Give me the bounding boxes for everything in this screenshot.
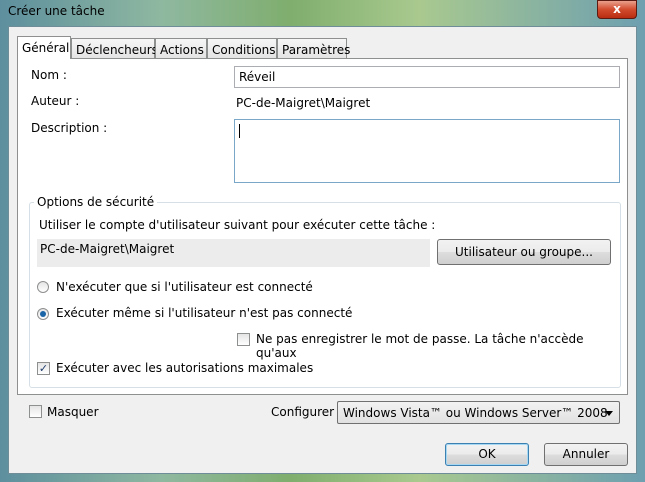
tab-conditions[interactable]: Conditions [207, 38, 277, 58]
description-field[interactable] [234, 119, 620, 183]
general-tab-panel: Nom : Réveil Auteur : PC-de-Maigret\Maig… [17, 58, 628, 395]
dialog-window: Créer une tâche x Général Déclencheurs A… [0, 0, 645, 482]
user-or-group-button[interactable]: Utilisateur ou groupe... [437, 239, 611, 265]
security-group-title: Options de sécurité [34, 195, 158, 209]
tab-triggers[interactable]: Déclencheurs [71, 38, 158, 58]
account-prompt: Utiliser le compte d'utilisateur suivant… [39, 218, 436, 232]
name-label: Nom : [31, 68, 67, 82]
radio-run-whether-logged[interactable] [37, 308, 49, 320]
hidden-label[interactable]: Masquer [47, 405, 99, 419]
title-bar[interactable]: Créer une tâche x [0, 0, 645, 24]
radio-run-logged-on-label[interactable]: N'exécuter que si l'utilisateur est conn… [56, 280, 313, 294]
ok-button[interactable]: OK [445, 443, 529, 466]
name-field[interactable]: Réveil [234, 66, 620, 88]
cancel-button[interactable]: Annuler [544, 443, 628, 466]
tab-general[interactable]: Général [17, 36, 71, 59]
highest-privileges-label[interactable]: Exécuter avec les autorisations maximale… [56, 361, 313, 375]
account-value: PC-de-Maigret\Maigret [37, 239, 430, 267]
description-label: Description : [31, 121, 108, 135]
radio-run-logged-on[interactable] [37, 281, 49, 293]
author-label: Auteur : [31, 94, 80, 108]
radio-run-whether-logged-label[interactable]: Exécuter même si l'utilisateur n'est pas… [56, 306, 352, 320]
window-title: Créer une tâche [8, 4, 105, 18]
configure-dropdown-value: Windows Vista™ ou Windows Server™ 2008 [343, 406, 608, 420]
no-store-password-checkbox[interactable] [237, 333, 250, 346]
hidden-checkbox[interactable] [29, 405, 42, 418]
tab-settings[interactable]: Paramètres [277, 38, 350, 58]
dialog-client-area: Général Déclencheurs Actions Conditions … [8, 26, 637, 474]
configure-label: Configurer [271, 405, 335, 419]
no-store-password-label[interactable]: Ne pas enregistrer le mot de passe. La t… [256, 332, 627, 360]
highest-privileges-checkbox[interactable]: ✓ [37, 362, 50, 375]
configure-dropdown[interactable]: Windows Vista™ ou Windows Server™ 2008 [337, 401, 620, 424]
text-cursor [239, 123, 240, 138]
tab-actions[interactable]: Actions [155, 38, 207, 58]
author-value: PC-de-Maigret\Maigret [236, 96, 371, 110]
close-button[interactable]: x [597, 0, 637, 19]
chevron-down-icon [605, 411, 613, 416]
